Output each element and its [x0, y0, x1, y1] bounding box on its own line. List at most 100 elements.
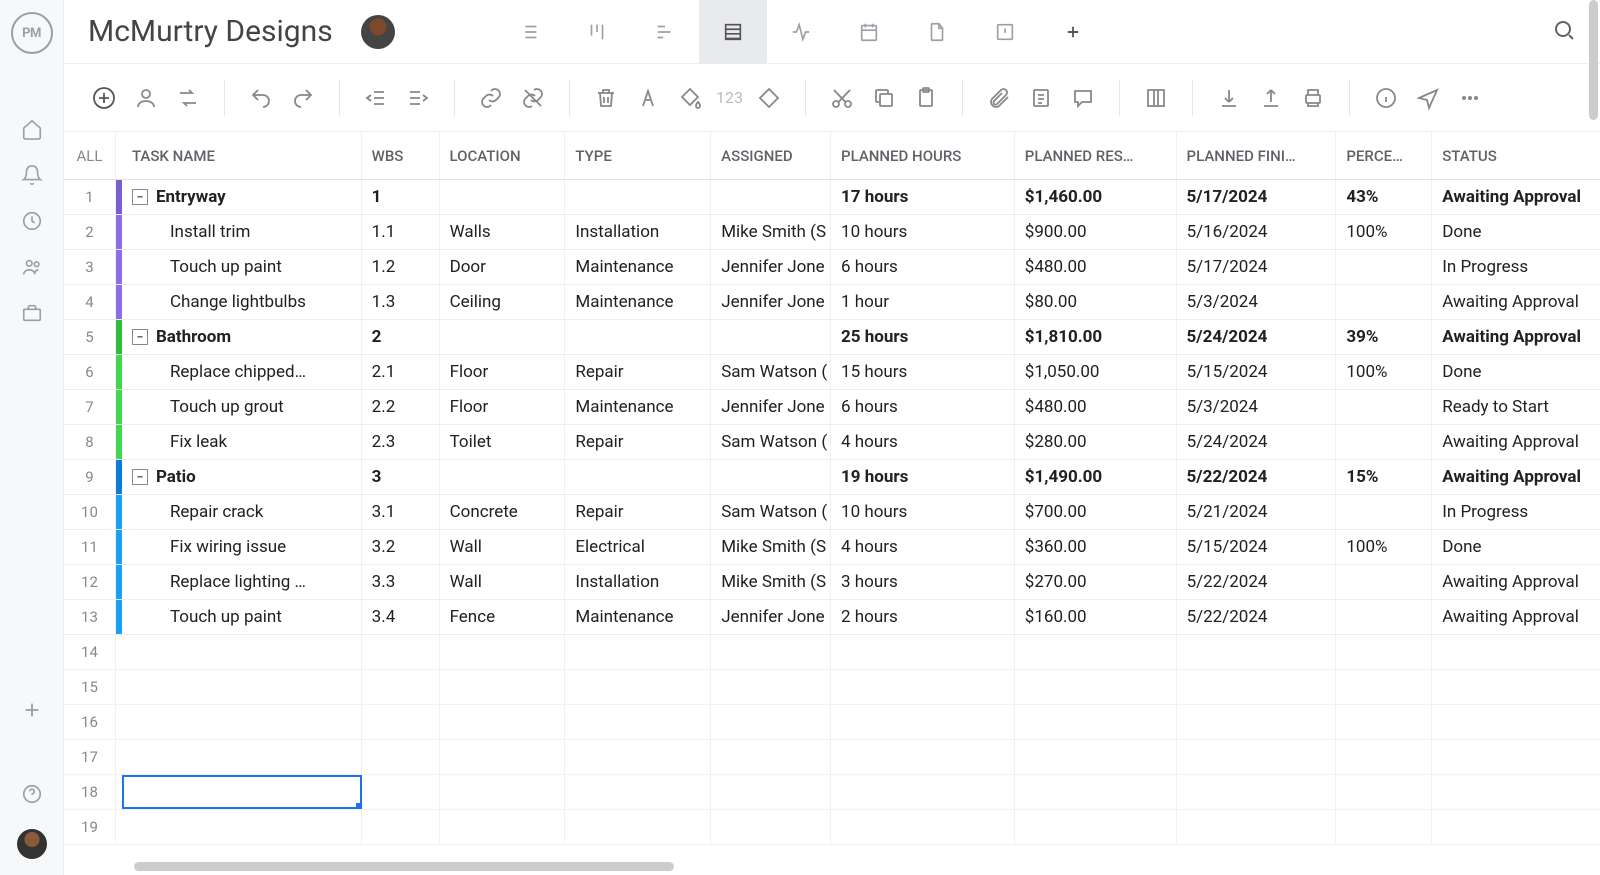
empty-cell[interactable]: [1336, 740, 1432, 774]
table-row[interactable]: 11Fix wiring issue3.2WallElectricalMike …: [64, 530, 1600, 565]
cost-cell[interactable]: $480.00: [1015, 250, 1177, 284]
task-name-cell[interactable]: −Entryway: [122, 180, 362, 214]
empty-cell[interactable]: [565, 775, 711, 809]
table-row[interactable]: 1−Entryway117 hours$1,460.005/17/202443%…: [64, 180, 1600, 215]
location-cell[interactable]: Wall: [440, 565, 566, 599]
cost-cell[interactable]: $80.00: [1015, 285, 1177, 319]
row-number[interactable]: 12: [64, 565, 116, 599]
percent-cell[interactable]: 100%: [1336, 215, 1432, 249]
empty-cell[interactable]: [1432, 635, 1600, 669]
unlink-icon[interactable]: [517, 82, 549, 114]
finish-cell[interactable]: 5/22/2024: [1177, 565, 1337, 599]
table-row[interactable]: 4Change lightbulbs1.3CeilingMaintenanceJ…: [64, 285, 1600, 320]
status-cell[interactable]: Awaiting Approval: [1432, 285, 1600, 319]
row-number[interactable]: 1: [64, 180, 116, 214]
copy-button[interactable]: [868, 82, 900, 114]
hours-cell[interactable]: 25 hours: [831, 320, 1015, 354]
tab-add-view[interactable]: [1039, 0, 1107, 64]
status-cell[interactable]: Awaiting Approval: [1432, 320, 1600, 354]
wbs-cell[interactable]: 2.3: [362, 425, 440, 459]
status-cell[interactable]: Done: [1432, 530, 1600, 564]
location-cell[interactable]: Walls: [440, 215, 566, 249]
table-row[interactable]: 14: [64, 635, 1600, 670]
table-row[interactable]: 8Fix leak2.3ToiletRepairSam Watson (4 ho…: [64, 425, 1600, 460]
type-cell[interactable]: Repair: [565, 425, 711, 459]
empty-cell[interactable]: [1432, 705, 1600, 739]
assigned-cell[interactable]: Sam Watson (: [711, 425, 831, 459]
empty-cell[interactable]: [362, 775, 440, 809]
collapse-button[interactable]: −: [132, 469, 148, 485]
status-cell[interactable]: Awaiting Approval: [1432, 600, 1600, 634]
type-cell[interactable]: Installation: [565, 215, 711, 249]
type-cell[interactable]: [565, 320, 711, 354]
hours-cell[interactable]: 10 hours: [831, 495, 1015, 529]
more-icon[interactable]: [1454, 82, 1486, 114]
print-icon[interactable]: [1297, 82, 1329, 114]
type-cell[interactable]: Maintenance: [565, 600, 711, 634]
percent-cell[interactable]: [1336, 250, 1432, 284]
cost-cell[interactable]: $900.00: [1015, 215, 1177, 249]
location-cell[interactable]: Concrete: [440, 495, 566, 529]
col-type[interactable]: TYPE: [565, 132, 711, 179]
wbs-cell[interactable]: 2: [362, 320, 440, 354]
finish-cell[interactable]: 5/15/2024: [1177, 355, 1337, 389]
empty-cell[interactable]: [362, 705, 440, 739]
empty-cell[interactable]: [1432, 810, 1600, 844]
diamond-icon[interactable]: [753, 82, 785, 114]
table-row[interactable]: 18: [64, 775, 1600, 810]
row-number[interactable]: 10: [64, 495, 116, 529]
project-title[interactable]: McMurtry Designs: [88, 14, 333, 49]
location-cell[interactable]: Fence: [440, 600, 566, 634]
table-row[interactable]: 5−Bathroom225 hours$1,810.005/24/202439%…: [64, 320, 1600, 355]
row-number[interactable]: 7: [64, 390, 116, 424]
task-name-cell[interactable]: Fix wiring issue: [122, 530, 362, 564]
assigned-cell[interactable]: Sam Watson (: [711, 495, 831, 529]
empty-cell[interactable]: [440, 635, 566, 669]
tab-calendar-view[interactable]: [835, 0, 903, 64]
team-icon[interactable]: [21, 256, 43, 278]
status-cell[interactable]: In Progress: [1432, 495, 1600, 529]
task-name-cell[interactable]: [122, 810, 362, 844]
paste-button[interactable]: [910, 82, 942, 114]
cost-cell[interactable]: $700.00: [1015, 495, 1177, 529]
col-task-name[interactable]: TASK NAME: [122, 132, 362, 179]
search-icon[interactable]: [1552, 18, 1576, 46]
plus-icon[interactable]: [21, 699, 43, 721]
assigned-cell[interactable]: Mike Smith (S: [711, 565, 831, 599]
empty-cell[interactable]: [1336, 775, 1432, 809]
empty-cell[interactable]: [1015, 705, 1177, 739]
empty-cell[interactable]: [565, 635, 711, 669]
cut-button[interactable]: [826, 82, 858, 114]
table-row[interactable]: 9−Patio319 hours$1,490.005/22/202415%Awa…: [64, 460, 1600, 495]
wbs-cell[interactable]: 3: [362, 460, 440, 494]
tab-risk-view[interactable]: [971, 0, 1039, 64]
empty-cell[interactable]: [1177, 670, 1337, 704]
finish-cell[interactable]: 5/16/2024: [1177, 215, 1337, 249]
status-cell[interactable]: Awaiting Approval: [1432, 460, 1600, 494]
wbs-cell[interactable]: 1: [362, 180, 440, 214]
collapse-button[interactable]: −: [132, 329, 148, 345]
percent-cell[interactable]: [1336, 565, 1432, 599]
empty-cell[interactable]: [1432, 740, 1600, 774]
empty-cell[interactable]: [1015, 775, 1177, 809]
help-icon[interactable]: [21, 783, 43, 805]
task-name-cell[interactable]: [122, 740, 362, 774]
cost-cell[interactable]: $360.00: [1015, 530, 1177, 564]
hours-cell[interactable]: 19 hours: [831, 460, 1015, 494]
row-number[interactable]: 8: [64, 425, 116, 459]
wbs-cell[interactable]: 1.3: [362, 285, 440, 319]
table-row[interactable]: 15: [64, 670, 1600, 705]
columns-icon[interactable]: [1140, 82, 1172, 114]
empty-cell[interactable]: [831, 670, 1015, 704]
assigned-cell[interactable]: Jennifer Jone: [711, 285, 831, 319]
row-number[interactable]: 5: [64, 320, 116, 354]
row-number[interactable]: 15: [64, 670, 116, 704]
assign-button[interactable]: [130, 82, 162, 114]
wbs-cell[interactable]: 2.2: [362, 390, 440, 424]
tab-files-view[interactable]: [903, 0, 971, 64]
empty-cell[interactable]: [1177, 775, 1337, 809]
table-row[interactable]: 13Touch up paint3.4FenceMaintenanceJenni…: [64, 600, 1600, 635]
attachment-icon[interactable]: [983, 82, 1015, 114]
empty-cell[interactable]: [1336, 705, 1432, 739]
cost-cell[interactable]: $270.00: [1015, 565, 1177, 599]
